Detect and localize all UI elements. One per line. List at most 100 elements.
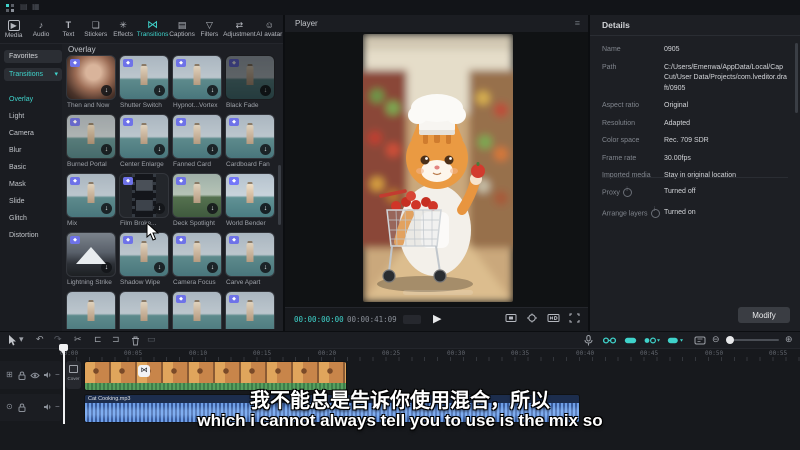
ratio-icon[interactable] bbox=[505, 313, 517, 323]
tab-filters[interactable]: Filters bbox=[196, 20, 223, 38]
transition-item[interactable]: Shutter Switch bbox=[119, 55, 169, 112]
split-icon[interactable]: ✂ bbox=[74, 334, 82, 345]
hide-track-icon[interactable] bbox=[30, 372, 40, 379]
duration-selector[interactable] bbox=[403, 315, 421, 324]
transition-item[interactable] bbox=[225, 291, 275, 329]
info-icon[interactable] bbox=[651, 209, 660, 218]
sidebar-item-slide[interactable]: Slide bbox=[9, 198, 25, 205]
transition-item-hovered[interactable]: Film Broke... bbox=[119, 173, 169, 230]
delete-right-icon[interactable]: ⊐ bbox=[112, 334, 120, 345]
tab-audio[interactable]: Audio bbox=[27, 20, 54, 38]
tab-captions[interactable]: Captions bbox=[168, 20, 195, 38]
transition-item[interactable]: Black Fade bbox=[225, 55, 275, 112]
sidebar-item-blur[interactable]: Blur bbox=[9, 147, 21, 154]
tab-ai-avatar[interactable]: AI avatar bbox=[256, 20, 283, 38]
transition-item[interactable]: Mix bbox=[66, 173, 116, 230]
tab-stickers[interactable]: Stickers bbox=[82, 20, 109, 38]
transition-thumbnail[interactable] bbox=[225, 55, 275, 100]
tool-dropdown-icon[interactable]: ▾ bbox=[19, 334, 24, 345]
tab-text[interactable]: Text bbox=[55, 20, 82, 38]
auto-link-icon[interactable] bbox=[624, 337, 637, 344]
modify-button[interactable]: Modify bbox=[738, 307, 790, 323]
download-icon[interactable] bbox=[154, 203, 165, 214]
transition-item[interactable]: Center Enlarge bbox=[119, 114, 169, 171]
sidebar-item-camera[interactable]: Camera bbox=[9, 130, 34, 137]
details-scrollbar[interactable] bbox=[795, 43, 798, 113]
download-icon[interactable] bbox=[154, 144, 165, 155]
tab-adjustment[interactable]: Adjustment bbox=[223, 20, 256, 38]
player-menu-icon[interactable]: ≡ bbox=[575, 18, 580, 28]
download-icon[interactable] bbox=[154, 85, 165, 96]
transition-thumbnail[interactable] bbox=[66, 55, 116, 100]
sidebar-item-distortion[interactable]: Distortion bbox=[9, 232, 39, 239]
mirror-preview-icon[interactable] bbox=[526, 313, 538, 323]
transition-thumbnail[interactable] bbox=[119, 291, 169, 329]
select-tool-icon[interactable] bbox=[8, 335, 17, 346]
download-icon[interactable] bbox=[101, 203, 112, 214]
zoom-out-icon[interactable]: ⊖ bbox=[712, 334, 720, 345]
mute-track-icon[interactable] bbox=[43, 371, 52, 379]
download-icon[interactable] bbox=[101, 262, 112, 273]
undo-icon[interactable]: ↶ bbox=[36, 334, 44, 345]
lock-track-icon[interactable] bbox=[18, 371, 26, 380]
transition-item[interactable]: World Bender bbox=[225, 173, 275, 230]
transition-thumbnail[interactable] bbox=[172, 232, 222, 277]
download-icon[interactable] bbox=[260, 85, 271, 96]
delete-left-icon[interactable]: ⊏ bbox=[94, 334, 102, 345]
transition-item[interactable]: Cardboard Fan bbox=[225, 114, 275, 171]
transition-thumbnail[interactable] bbox=[119, 173, 169, 218]
sidebar-item-light[interactable]: Light bbox=[9, 113, 24, 120]
tab-media[interactable]: Media bbox=[0, 20, 27, 39]
grid-scrollbar[interactable] bbox=[278, 165, 281, 225]
transition-item[interactable]: Shadow Wipe bbox=[119, 232, 169, 289]
transition-thumbnail[interactable] bbox=[66, 232, 116, 277]
transition-item[interactable] bbox=[119, 291, 169, 329]
transition-item[interactable] bbox=[66, 291, 116, 329]
transition-thumbnail[interactable] bbox=[172, 55, 222, 100]
transition-item[interactable]: Burned Portal bbox=[66, 114, 116, 171]
transition-thumbnail[interactable] bbox=[66, 114, 116, 159]
transition-item[interactable]: Deck Spotlight bbox=[172, 173, 222, 230]
transitions-category-button[interactable]: Transitions ▾ bbox=[4, 68, 62, 81]
tab-effects[interactable]: Effects bbox=[109, 20, 136, 38]
zoom-slider-thumb[interactable] bbox=[726, 336, 734, 344]
download-icon[interactable] bbox=[260, 262, 271, 273]
transition-thumbnail[interactable] bbox=[172, 173, 222, 218]
crop-icon[interactable]: ▭ bbox=[147, 334, 156, 345]
transition-thumbnail[interactable] bbox=[119, 114, 169, 159]
transition-thumbnail[interactable] bbox=[66, 291, 116, 329]
keyframe-icon[interactable] bbox=[667, 337, 684, 344]
transition-item[interactable]: Lightning Strike bbox=[66, 232, 116, 289]
sidebar-item-glitch[interactable]: Glitch bbox=[9, 215, 27, 222]
preview-video[interactable] bbox=[363, 34, 513, 302]
transition-item[interactable]: Fanned Card bbox=[172, 114, 222, 171]
transition-item[interactable]: Carve Apart bbox=[225, 232, 275, 289]
transition-thumbnail[interactable] bbox=[172, 114, 222, 159]
download-icon[interactable] bbox=[154, 262, 165, 273]
fullscreen-icon[interactable] bbox=[569, 313, 580, 323]
applied-transition-marker[interactable] bbox=[138, 365, 150, 377]
transition-item[interactable]: Then and Now bbox=[66, 55, 116, 112]
resolution-icon[interactable] bbox=[547, 313, 560, 323]
transition-thumbnail[interactable] bbox=[225, 291, 275, 329]
delete-icon[interactable] bbox=[131, 336, 140, 346]
transition-thumbnail[interactable] bbox=[172, 291, 222, 329]
info-icon[interactable] bbox=[623, 188, 632, 197]
timeline-ruler[interactable]: 00:00 00:05 00:10 00:15 00:20 00:25 00:3… bbox=[0, 349, 800, 361]
window-layout-icon[interactable]: ▦ bbox=[32, 2, 40, 11]
transition-item[interactable] bbox=[172, 291, 222, 329]
window-menu-icon[interactable]: ▤ bbox=[20, 2, 28, 11]
favorites-button[interactable]: Favorites bbox=[4, 50, 62, 63]
transition-item[interactable]: Hypnot...Vortex bbox=[172, 55, 222, 112]
transition-thumbnail[interactable] bbox=[225, 114, 275, 159]
record-voiceover-icon[interactable] bbox=[584, 335, 593, 346]
tab-transitions[interactable]: Transitions bbox=[137, 20, 169, 38]
download-icon[interactable] bbox=[260, 144, 271, 155]
sidebar-item-mask[interactable]: Mask bbox=[9, 181, 26, 188]
transition-thumbnail[interactable] bbox=[225, 232, 275, 277]
play-button[interactable] bbox=[433, 312, 441, 325]
transition-item[interactable]: Camera Focus bbox=[172, 232, 222, 289]
download-icon[interactable] bbox=[207, 203, 218, 214]
transition-thumbnail[interactable] bbox=[225, 173, 275, 218]
download-icon[interactable] bbox=[207, 262, 218, 273]
